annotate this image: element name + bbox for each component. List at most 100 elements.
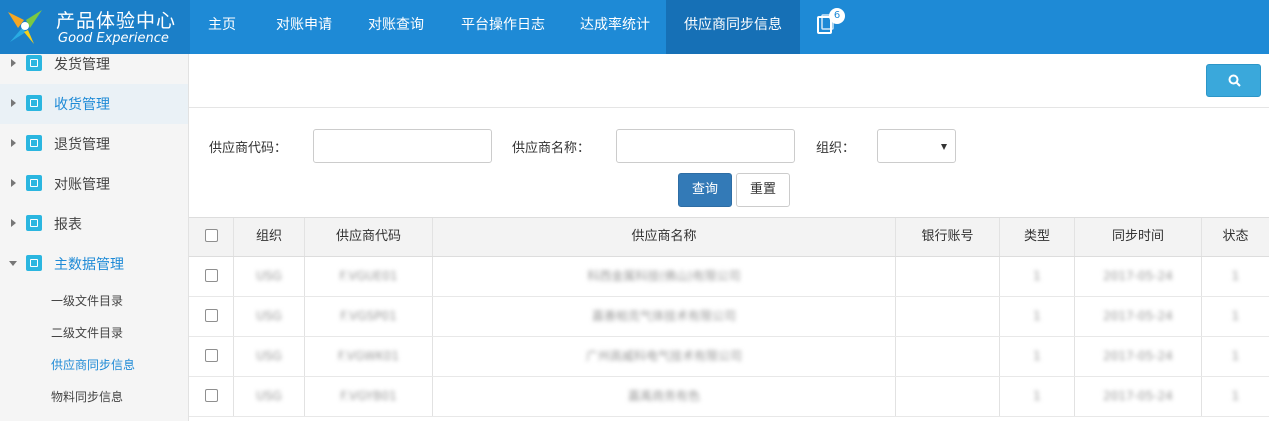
cube-icon — [26, 175, 42, 191]
cell-text: 1 — [1033, 269, 1041, 283]
cell-text: 2017-05-24 — [1103, 269, 1173, 283]
top-navigation-bar: 产品体验中心 Good Experience 主页 对账申请 对账查询 平台操作… — [0, 0, 1269, 54]
supplier-code-input[interactable] — [313, 129, 492, 163]
nav-operation-log[interactable]: 平台操作日志 — [461, 0, 545, 54]
row-select-cell — [189, 257, 234, 296]
table-row[interactable]: USG F.VGYB01 嘉禹商务有色 1 2017-05-24 1 — [189, 377, 1269, 417]
supplier-name-input[interactable] — [616, 129, 795, 163]
cell-text: 1 — [1231, 389, 1240, 403]
reset-button[interactable]: 重置 — [736, 173, 790, 207]
sidebar-subitem-level1-directory[interactable]: 一级文件目录 — [51, 292, 123, 309]
header-select-all-cell — [189, 218, 234, 256]
cell-text: 嘉善帕克气体技术有限公司 — [591, 309, 736, 323]
org-select[interactable] — [877, 129, 956, 163]
cell-org: USG — [234, 297, 305, 336]
column-header-supplier-name[interactable]: 供应商名称 — [433, 218, 896, 256]
row-checkbox[interactable] — [204, 349, 218, 362]
cell-text: 广州高威科电气技术有限公司 — [585, 349, 742, 363]
column-header-type[interactable]: 类型 — [1000, 218, 1075, 256]
sidebar-subitem-supplier-sync[interactable]: 供应商同步信息 — [51, 356, 135, 373]
cell-supplier-code: F.VGSP01 — [305, 297, 433, 336]
table-row[interactable]: USG F.VGSP01 嘉善帕克气体技术有限公司 1 2017-05-24 1 — [189, 297, 1269, 337]
cell-text: 2017-05-24 — [1103, 309, 1173, 323]
cell-bank-account — [896, 297, 1000, 336]
cell-text: F.VGUE01 — [339, 269, 398, 283]
sidebar-item-reconciliation[interactable]: 对账管理 — [0, 164, 188, 204]
table-row[interactable]: USG F.VGUE01 科西金属科技(佛山)有限公司 1 2017-05-24… — [189, 257, 1269, 297]
nav-home[interactable]: 主页 — [208, 0, 236, 54]
cell-status: 1 — [1202, 377, 1269, 416]
cell-sync-time: 2017-05-24 — [1075, 337, 1202, 376]
caret-right-icon — [11, 219, 16, 227]
cell-bank-account — [896, 377, 1000, 416]
cell-text: 1 — [1231, 349, 1240, 363]
cell-text: USG — [256, 309, 282, 323]
column-header-status[interactable]: 状态 — [1202, 218, 1269, 256]
sidebar-item-label: 退货管理 — [54, 137, 110, 153]
row-checkbox[interactable] — [204, 309, 218, 322]
cell-sync-time: 2017-05-24 — [1075, 297, 1202, 336]
cell-text: 1 — [1033, 389, 1041, 403]
sidebar-item-label: 报表 — [54, 217, 82, 233]
cell-text: F.VGSP01 — [340, 309, 397, 323]
notification-badge: 6 — [829, 8, 845, 24]
sidebar-item-label: 发货管理 — [54, 57, 110, 73]
chevron-down-icon — [941, 144, 947, 150]
sidebar-item-label: 主数据管理 — [54, 257, 124, 273]
nav-reconciliation-query[interactable]: 对账查询 — [368, 0, 424, 54]
cube-icon — [26, 255, 42, 271]
column-header-bank-account[interactable]: 银行账号 — [896, 218, 1000, 256]
sidebar-item-returns[interactable]: 退货管理 — [0, 124, 188, 164]
sidebar-item-label: 对账管理 — [54, 177, 110, 193]
cell-text: USG — [256, 269, 282, 283]
cube-icon — [26, 215, 42, 231]
select-all-checkbox[interactable] — [204, 229, 218, 242]
cell-bank-account — [896, 337, 1000, 376]
supplier-name-label: 供应商名称： — [512, 141, 591, 156]
search-toggle-button[interactable] — [1206, 64, 1261, 97]
nav-achievement-stats[interactable]: 达成率统计 — [580, 0, 650, 54]
sidebar-subitem-level2-directory[interactable]: 二级文件目录 — [51, 324, 123, 341]
row-select-cell — [189, 377, 234, 416]
caret-right-icon — [11, 179, 16, 187]
cube-icon — [26, 95, 42, 111]
caret-right-icon — [11, 59, 16, 67]
cube-icon — [26, 135, 42, 151]
cell-supplier-code: F.VGWK01 — [305, 337, 433, 376]
cell-type: 1 — [1000, 377, 1075, 416]
cell-text: 2017-05-24 — [1103, 389, 1173, 403]
table-row[interactable]: USG F.VGWK01 广州高威科电气技术有限公司 1 2017-05-24 … — [189, 337, 1269, 377]
sidebar-subitem-material-sync[interactable]: 物料同步信息 — [51, 388, 123, 405]
cell-text: 1 — [1231, 269, 1240, 283]
cell-bank-account — [896, 257, 1000, 296]
sidebar-item-label: 收货管理 — [54, 97, 110, 113]
nav-reconciliation-apply[interactable]: 对账申请 — [276, 0, 332, 54]
cell-status: 1 — [1202, 337, 1269, 376]
row-checkbox[interactable] — [204, 389, 218, 402]
column-header-supplier-code[interactable]: 供应商代码 — [305, 218, 433, 256]
cell-text: 2017-05-24 — [1103, 349, 1173, 363]
sidebar-item-shipping[interactable]: 发货管理 — [0, 44, 188, 84]
cell-text: F.VGWK01 — [337, 349, 400, 363]
cell-status: 1 — [1202, 297, 1269, 336]
column-header-org[interactable]: 组织 — [234, 218, 305, 256]
query-button[interactable]: 查询 — [678, 173, 732, 207]
column-header-sync-time[interactable]: 同步时间 — [1075, 218, 1202, 256]
cell-supplier-name: 广州高威科电气技术有限公司 — [433, 337, 896, 376]
cell-type: 1 — [1000, 257, 1075, 296]
table-header-row: 组织 供应商代码 供应商名称 银行账号 类型 同步时间 状态 — [189, 217, 1269, 257]
cell-supplier-name: 嘉善帕克气体技术有限公司 — [433, 297, 896, 336]
cell-text: 1 — [1033, 349, 1041, 363]
sidebar-item-master-data[interactable]: 主数据管理 — [0, 244, 188, 284]
row-select-cell — [189, 337, 234, 376]
cell-text: 科西金属科技(佛山)有限公司 — [587, 269, 741, 283]
caret-down-icon — [9, 261, 17, 266]
row-checkbox[interactable] — [204, 269, 218, 282]
cell-org: USG — [234, 337, 305, 376]
cell-status: 1 — [1202, 257, 1269, 296]
sidebar-item-receiving[interactable]: 收货管理 — [0, 84, 188, 124]
caret-right-icon — [11, 99, 16, 107]
sidebar-item-reports[interactable]: 报表 — [0, 204, 188, 244]
search-icon — [1228, 74, 1241, 87]
nav-supplier-sync[interactable]: 供应商同步信息 — [666, 0, 800, 54]
